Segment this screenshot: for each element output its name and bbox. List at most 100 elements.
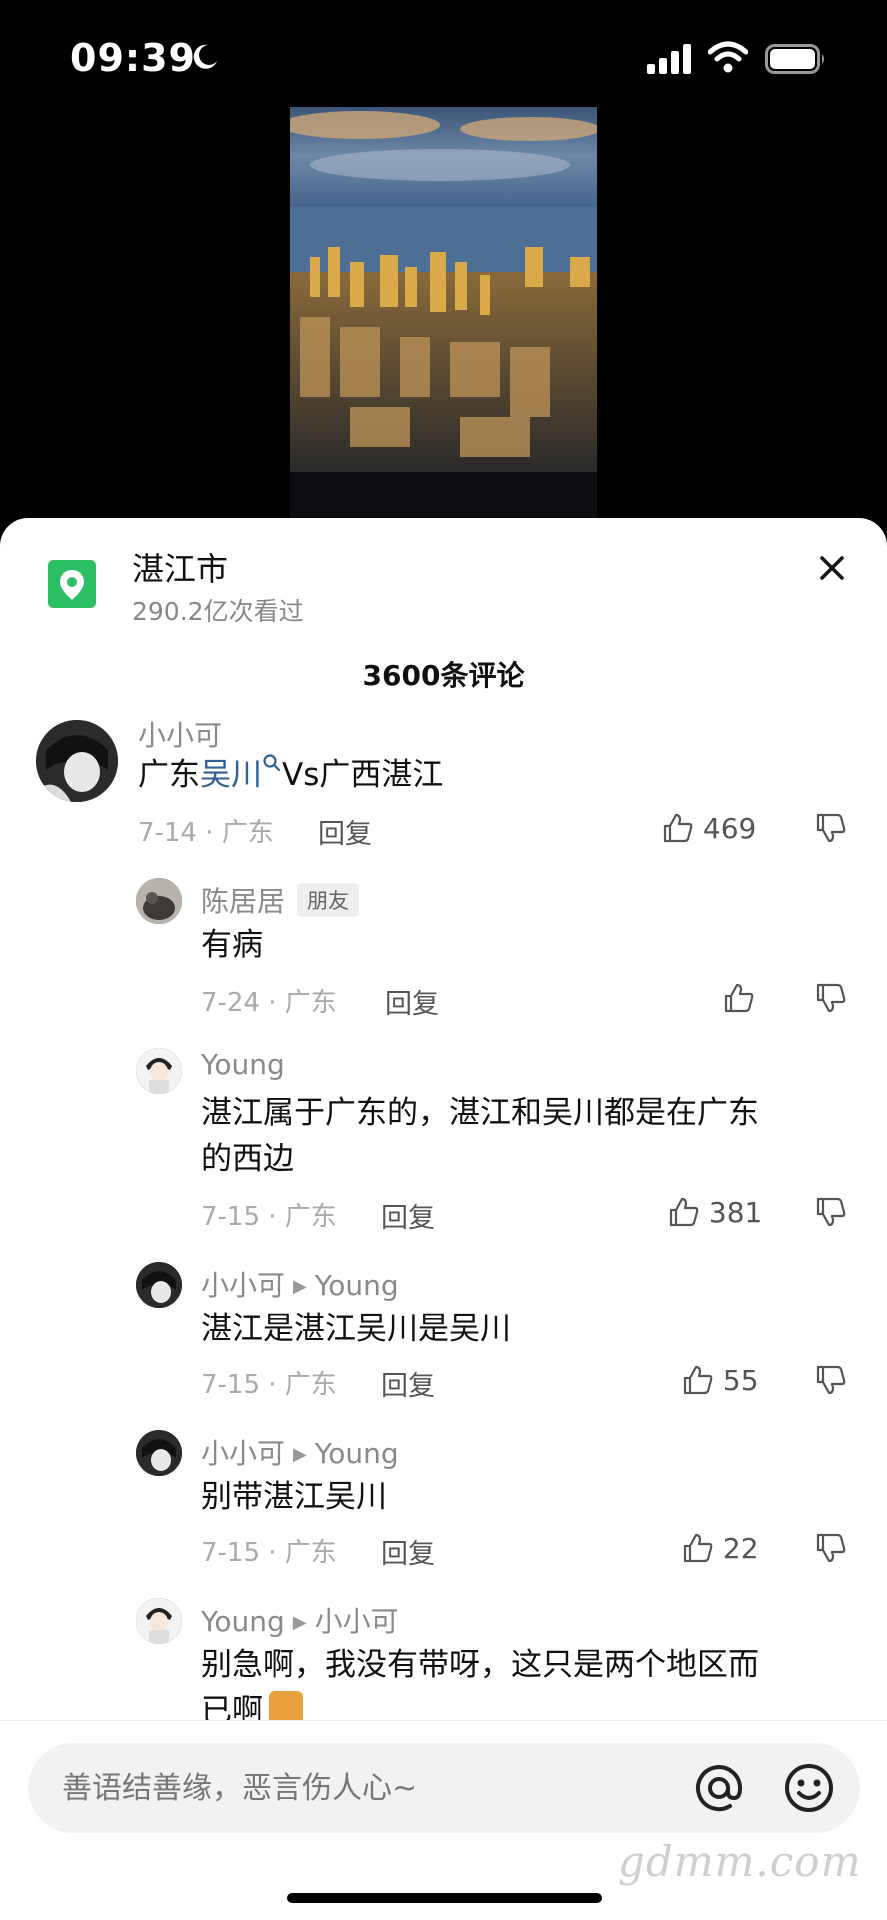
comment-text: 广东吴川 Vs广西湛江	[138, 752, 443, 798]
reply-item: 陈居居 朋友 有病 7-24 · 广东 回复	[0, 858, 887, 1026]
comment-author[interactable]: Young ▶ 小小可	[201, 1600, 399, 1640]
reply-button[interactable]: 回复	[318, 812, 372, 851]
comment-meta: 7-15 · 广东	[201, 1538, 337, 1568]
comment-text-fragment: 已啊	[201, 1693, 263, 1720]
watermark: gdmm.com	[618, 1837, 862, 1886]
reply-arrow-icon: ▶	[293, 1444, 307, 1465]
thumb-down-icon	[816, 1197, 846, 1227]
comment-input[interactable]	[62, 1761, 662, 1815]
thumb-up-icon	[683, 1365, 713, 1395]
comment-text: 别带湛江吴川	[201, 1479, 387, 1515]
comment-author[interactable]: 小小可 ▶ Young	[201, 1264, 399, 1304]
like-button[interactable]: 22	[682, 1532, 759, 1565]
author-name: 小小可	[201, 1437, 286, 1470]
thumb-up-icon	[663, 813, 693, 843]
reply-arrow-icon: ▶	[292, 1612, 307, 1633]
location-pin-icon	[48, 560, 96, 608]
author-name: Young	[201, 1605, 285, 1638]
comment-text-part: 广东	[138, 757, 200, 793]
avatar[interactable]	[136, 1262, 182, 1308]
thumb-up-icon	[669, 1197, 699, 1227]
comment-list: 小小可 广东吴川 Vs广西湛江 7-14 · 广东 回复 469 陈居居 朋友 …	[0, 708, 887, 1720]
author-name: 小小可	[201, 1269, 286, 1302]
comment-sheet: 湛江市 290.2亿次看过 3600条评论 小小可 广东吴川 Vs广西湛江 7-1…	[0, 518, 887, 1920]
search-link[interactable]: 吴川	[200, 757, 262, 793]
comment-input-bar: gdmm.com	[0, 1720, 887, 1920]
reply-button[interactable]: 回复	[381, 1532, 435, 1571]
dislike-button[interactable]	[815, 812, 847, 844]
avatar[interactable]	[36, 720, 118, 802]
avatar[interactable]	[136, 878, 182, 924]
comment-text: 湛江属于广东的，湛江和吴川都是在广东 的西边	[201, 1090, 759, 1182]
reply-arrow-icon: ▶	[293, 1276, 307, 1297]
thumb-down-icon	[816, 813, 846, 843]
reply-item: 小小可 ▶ Young 湛江是湛江吴川是吴川 7-15 · 广东 回复 55	[0, 1244, 887, 1412]
location-views: 290.2亿次看过	[132, 597, 304, 626]
friend-badge: 朋友	[297, 883, 360, 917]
battery-icon	[765, 44, 824, 74]
author-name: 陈居居	[201, 885, 286, 918]
comment-text-line: 湛江属于广东的，湛江和吴川都是在广东	[201, 1095, 759, 1131]
comment-meta: 7-14 · 广东	[138, 818, 274, 848]
like-count: 22	[722, 1532, 759, 1565]
comment-text-part: Vs广西湛江	[282, 757, 444, 793]
cat-emoji-icon	[269, 1691, 303, 1720]
avatar[interactable]	[136, 1048, 182, 1094]
dislike-button[interactable]	[815, 1532, 847, 1564]
thumb-up-icon	[683, 1533, 713, 1563]
comment-meta: 7-15 · 广东	[201, 1370, 337, 1400]
comment-author[interactable]: 小小可	[138, 714, 222, 754]
like-count: 55	[722, 1364, 759, 1397]
like-count: 381	[708, 1196, 763, 1229]
search-icon[interactable]	[262, 753, 282, 777]
comment-meta: 7-24 · 广东	[201, 988, 337, 1018]
comment-text-line: 的西边	[201, 1141, 294, 1177]
reply-item: Young 湛江属于广东的，湛江和吴川都是在广东 的西边 7-15 · 广东 回…	[0, 1026, 887, 1244]
home-indicator[interactable]	[287, 1893, 602, 1903]
reply-button[interactable]: 回复	[381, 1364, 435, 1403]
reply-to-name: 小小可	[314, 1605, 399, 1638]
comment-author[interactable]: 小小可 ▶ Young	[201, 1432, 399, 1472]
comment-count: 3600条评论	[362, 659, 525, 692]
dislike-button[interactable]	[815, 1196, 847, 1228]
avatar[interactable]	[136, 1430, 182, 1476]
reply-item: Young ▶ 小小可 别急啊，我没有带呀，这只是两个地区而 已啊	[0, 1580, 887, 1720]
comment-item: 小小可 广东吴川 Vs广西湛江 7-14 · 广东 回复 469	[0, 708, 887, 858]
thumb-down-icon	[816, 983, 846, 1013]
like-button[interactable]: 469	[662, 812, 756, 845]
reply-button[interactable]: 回复	[385, 982, 439, 1021]
moon-icon	[193, 44, 217, 69]
emoji-icon[interactable]	[778, 1757, 840, 1819]
status-time: 09:39	[70, 36, 196, 80]
dislike-button[interactable]	[815, 982, 847, 1014]
comment-author[interactable]: Young	[201, 1048, 285, 1081]
comment-input-container[interactable]	[28, 1743, 860, 1833]
like-button[interactable]: 55	[682, 1364, 759, 1397]
reply-item: 小小可 ▶ Young 别带湛江吴川 7-15 · 广东 回复 22	[0, 1412, 887, 1580]
reply-button[interactable]: 回复	[381, 1196, 435, 1235]
location-title[interactable]: 湛江市	[132, 544, 228, 590]
signal-icon	[647, 44, 691, 74]
avatar[interactable]	[136, 1598, 182, 1644]
comment-text-line: 别急啊，我没有带呀，这只是两个地区而	[201, 1647, 759, 1683]
at-icon[interactable]	[688, 1757, 750, 1819]
thumb-down-icon	[816, 1365, 846, 1395]
comment-text: 有病	[201, 927, 263, 963]
comment-text: 别急啊，我没有带呀，这只是两个地区而 已啊	[201, 1642, 759, 1720]
comment-meta: 7-15 · 广东	[201, 1202, 337, 1232]
wifi-icon	[708, 41, 748, 73]
comment-text: 湛江是湛江吴川是吴川	[201, 1311, 511, 1347]
thumb-up-icon	[724, 983, 754, 1013]
reply-to-name: Young	[314, 1269, 399, 1302]
reply-to-name: Young	[314, 1437, 399, 1470]
comment-text-line: 已啊	[201, 1688, 759, 1720]
close-icon[interactable]	[812, 548, 852, 588]
video-thumbnail[interactable]	[290, 107, 597, 519]
thumb-down-icon	[816, 1533, 846, 1563]
comment-author[interactable]: 陈居居 朋友	[201, 880, 360, 920]
like-count: 469	[702, 812, 757, 845]
dislike-button[interactable]	[815, 1364, 847, 1396]
status-bar: 09:39	[0, 0, 887, 110]
like-button[interactable]	[723, 982, 755, 1015]
like-button[interactable]: 381	[668, 1196, 762, 1229]
